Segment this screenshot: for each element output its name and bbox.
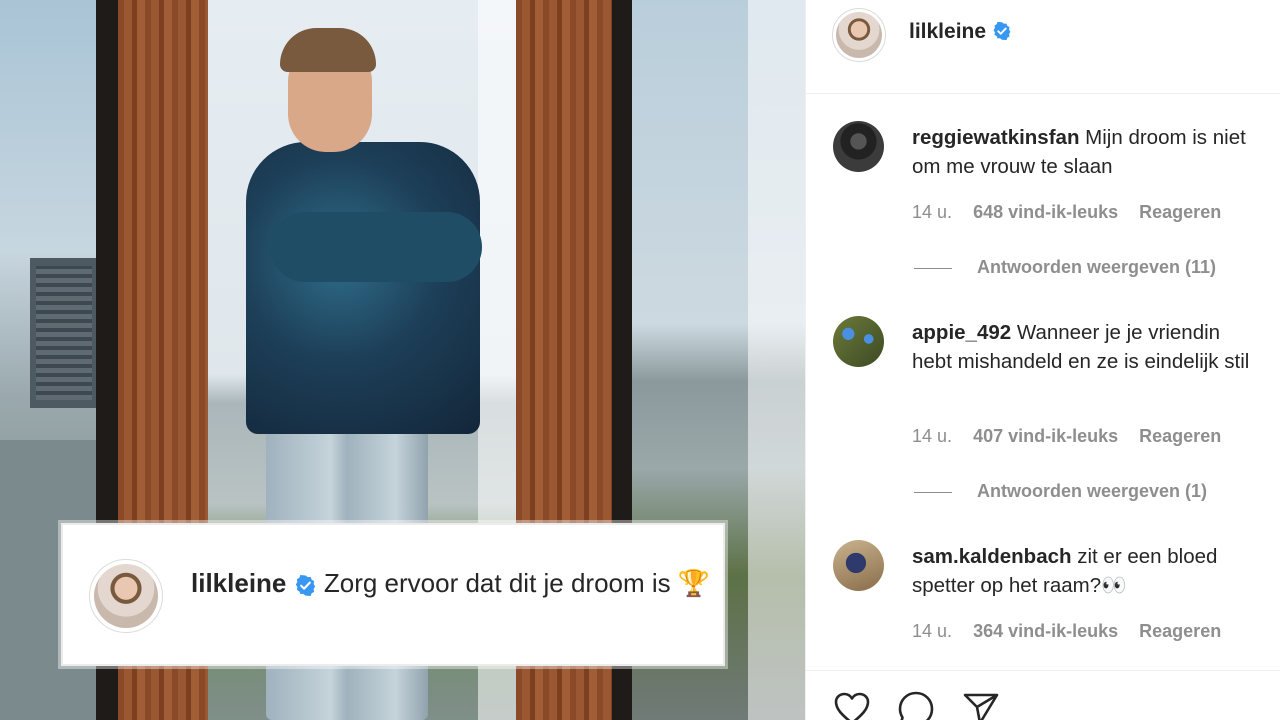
person-hair <box>280 28 376 72</box>
caption-card: lilkleine Zorg ervoor dat dit je droom i… <box>61 523 725 666</box>
photo-building <box>30 258 98 408</box>
reply-button[interactable]: Reageren <box>1139 202 1221 222</box>
post-header: lilkleine <box>806 0 1280 94</box>
commenter-username[interactable]: appie_492 <box>912 321 1011 344</box>
caption-username[interactable]: lilkleine <box>191 568 286 598</box>
commenter-avatar[interactable] <box>833 540 884 591</box>
comments-panel: lilkleine reggiewatkinsfan Mijn droom is… <box>805 0 1280 720</box>
commenter-username[interactable]: reggiewatkinsfan <box>912 126 1079 149</box>
comment-meta: 14 u. 648 vind-ik-leuks Reageren <box>912 202 1237 223</box>
verified-badge-icon <box>294 574 317 597</box>
comment-meta: 14 u. 407 vind-ik-leuks Reageren <box>912 426 1237 447</box>
comment-text: sam.kaldenbach zit er een bloed spetter … <box>912 542 1264 600</box>
comment-time[interactable]: 14 u. <box>912 202 952 222</box>
author-avatar[interactable] <box>832 8 886 62</box>
comment-time[interactable]: 14 u. <box>912 426 952 446</box>
view-replies-label: Antwoorden weergeven (1) <box>977 481 1208 501</box>
comment-likes[interactable]: 364 vind-ik-leuks <box>973 621 1118 641</box>
replies-divider <box>914 491 952 493</box>
share-icon[interactable] <box>961 689 1001 720</box>
commenter-username[interactable]: sam.kaldenbach <box>912 545 1072 568</box>
replies-divider <box>914 267 952 269</box>
caption-body: Zorg ervoor dat dit je droom is <box>323 568 671 598</box>
view-replies-label: Antwoorden weergeven (11) <box>977 257 1217 277</box>
author-username[interactable]: lilkleine <box>909 20 986 43</box>
comment-likes[interactable]: 648 vind-ik-leuks <box>973 202 1118 222</box>
action-bar <box>806 670 1280 720</box>
comment-icon[interactable] <box>896 689 936 720</box>
comment-text: appie_492 Wanneer je je vriendin hebt mi… <box>912 318 1264 376</box>
verified-badge-icon <box>992 21 1012 41</box>
person-arms <box>270 212 482 282</box>
person-torso <box>246 142 480 434</box>
reply-button[interactable]: Reageren <box>1139 426 1221 446</box>
comment-likes[interactable]: 407 vind-ik-leuks <box>973 426 1118 446</box>
comment-meta: 14 u. 364 vind-ik-leuks Reageren <box>912 621 1237 642</box>
comment-time[interactable]: 14 u. <box>912 621 952 641</box>
view-replies-button[interactable]: Antwoorden weergeven (1) <box>914 481 1207 502</box>
author-username-row: lilkleine <box>909 20 1012 44</box>
comment-text: reggiewatkinsfan Mijn droom is niet om m… <box>912 123 1264 181</box>
commenter-avatar[interactable] <box>833 121 884 172</box>
caption-avatar[interactable] <box>89 559 163 633</box>
caption-text: lilkleine Zorg ervoor dat dit je droom i… <box>191 565 711 601</box>
reply-button[interactable]: Reageren <box>1139 621 1221 641</box>
commenter-avatar[interactable] <box>833 316 884 367</box>
post-photo[interactable]: lilkleine Zorg ervoor dat dit je droom i… <box>0 0 805 720</box>
trophy-emoji: 🏆 <box>677 568 711 598</box>
heart-icon[interactable] <box>832 689 872 720</box>
view-replies-button[interactable]: Antwoorden weergeven (11) <box>914 257 1216 278</box>
photo-curtain <box>748 0 805 720</box>
